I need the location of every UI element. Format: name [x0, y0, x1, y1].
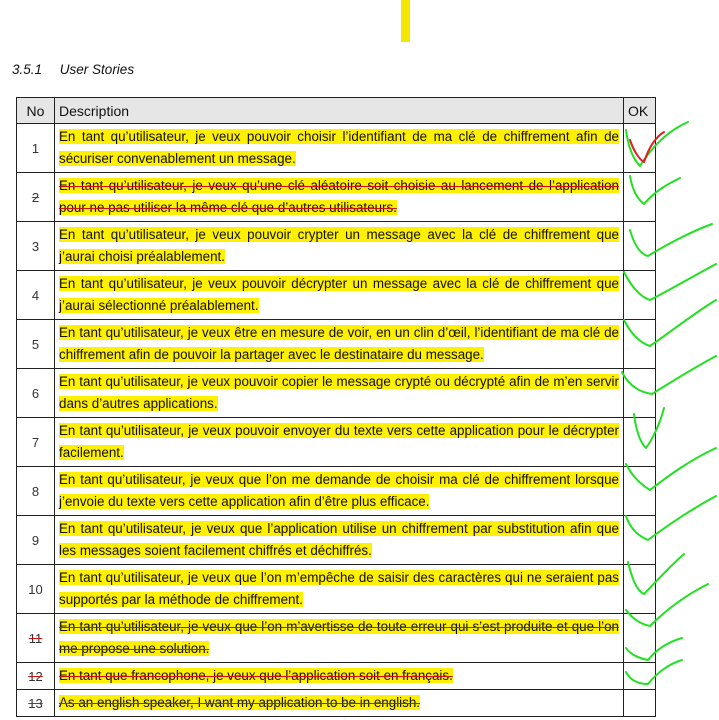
- row-description: En tant qu’utilisateur, je veux pouvoir …: [54, 270, 624, 320]
- row-description: En tant qu’utilisateur, je veux que l’ap…: [54, 515, 624, 565]
- row-number-text: 12: [28, 668, 43, 684]
- highlighted-text: As an english speaker, I want my applica…: [59, 695, 421, 710]
- row-number-text: 13: [28, 695, 43, 711]
- highlighted-text: En tant qu’utilisateur, je veux être en …: [59, 325, 619, 362]
- table-row: 12 En tant que francophone, je veux que l…: [16, 662, 656, 690]
- table-row: 7 En tant qu’utilisateur, je veux pouvoir…: [16, 417, 656, 467]
- row-description: En tant qu’utilisateur, je veux pouvoir …: [54, 368, 624, 418]
- highlighter-mark: [401, 0, 410, 42]
- row-ok-cell: [623, 466, 656, 516]
- row-number-text: 6: [31, 385, 40, 401]
- row-number-text: 2: [31, 189, 40, 205]
- row-description: En tant qu’utilisateur, je veux que l’on…: [54, 466, 624, 516]
- highlighted-text: En tant qu’utilisateur, je veux pouvoir …: [59, 129, 619, 166]
- highlighted-text: En tant que francophone, je veux que l’a…: [59, 668, 453, 683]
- table-row: 9 En tant qu’utilisateur, je veux que l’a…: [16, 515, 656, 565]
- row-number: 4: [16, 270, 55, 320]
- row-number-text: 9: [31, 532, 40, 548]
- table-row: 5 En tant qu’utilisateur, je veux être en…: [16, 319, 656, 369]
- row-number: 10: [16, 564, 55, 614]
- row-number-text: 4: [31, 287, 40, 303]
- highlighted-text: En tant qu’utilisateur, je veux que l’ap…: [59, 521, 619, 558]
- highlighted-text: En tant qu’utilisateur, je veux que l’on…: [59, 619, 619, 656]
- row-ok-cell: [623, 662, 656, 690]
- row-ok-cell: [623, 515, 656, 565]
- row-number-text: 3: [31, 238, 40, 254]
- section-heading: 3.5.1 User Stories: [12, 62, 134, 77]
- table-row: 10 En tant qu’utilisateur, je veux que l’…: [16, 564, 656, 614]
- section-number: 3.5.1: [12, 62, 43, 77]
- row-ok-cell: [623, 564, 656, 614]
- highlighted-text: En tant qu’utilisateur, je veux que l’on…: [59, 472, 619, 509]
- row-ok-cell: [623, 368, 656, 418]
- row-number: 2: [16, 172, 55, 222]
- row-description: As an english speaker, I want my applica…: [54, 689, 624, 717]
- table-row: 11 En tant qu’utilisateur, je veux que l’…: [16, 613, 656, 663]
- row-description: En tant qu’utilisateur, je veux qu’une c…: [54, 172, 624, 222]
- row-ok-cell: [623, 270, 656, 320]
- highlighted-text: En tant qu’utilisateur, je veux que l’on…: [59, 570, 619, 607]
- highlighted-text: En tant qu’utilisateur, je veux pouvoir …: [59, 276, 619, 313]
- row-ok-cell: [623, 123, 656, 173]
- row-ok-cell: [623, 689, 656, 717]
- row-number: 12: [16, 662, 55, 690]
- row-description: En tant que francophone, je veux que l’a…: [54, 662, 624, 690]
- table-row: 8 En tant qu’utilisateur, je veux que l’o…: [16, 466, 656, 516]
- table-row: 3 En tant qu’utilisateur, je veux pouvoir…: [16, 221, 656, 271]
- row-description: En tant qu’utilisateur, je veux pouvoir …: [54, 123, 624, 173]
- row-number-text: 8: [31, 483, 40, 499]
- row-number-text: 11: [28, 630, 43, 646]
- row-number-text: 1: [31, 140, 40, 156]
- row-number: 11: [16, 613, 55, 663]
- section-title: User Stories: [59, 62, 135, 77]
- row-number: 5: [16, 319, 55, 369]
- row-ok-cell: [623, 417, 656, 467]
- header-description: Description: [54, 97, 624, 124]
- row-number-text: 5: [31, 336, 40, 352]
- row-ok-cell: [623, 172, 656, 222]
- row-ok-cell: [623, 319, 656, 369]
- row-description: En tant qu’utilisateur, je veux que l’on…: [54, 613, 624, 663]
- row-number: 13: [16, 689, 55, 717]
- table-row: 13 As an english speaker, I want my appli…: [16, 689, 656, 717]
- header-no: No: [16, 97, 55, 124]
- row-description: En tant qu’utilisateur, je veux être en …: [54, 319, 624, 369]
- table-row: 2 En tant qu’utilisateur, je veux qu’une …: [16, 172, 656, 222]
- table-header-row: No Description OK: [16, 97, 656, 124]
- highlighted-text: En tant qu’utilisateur, je veux qu’une c…: [59, 178, 619, 215]
- highlighted-text: En tant qu’utilisateur, je veux pouvoir …: [59, 423, 619, 460]
- row-description: En tant qu’utilisateur, je veux pouvoir …: [54, 417, 624, 467]
- highlighted-text: En tant qu’utilisateur, je veux pouvoir …: [59, 227, 619, 264]
- table-row: 4 En tant qu’utilisateur, je veux pouvoir…: [16, 270, 656, 320]
- row-number: 9: [16, 515, 55, 565]
- row-number: 3: [16, 221, 55, 271]
- table-row: 6 En tant qu’utilisateur, je veux pouvoir…: [16, 368, 656, 418]
- row-number: 8: [16, 466, 55, 516]
- row-number-text: 7: [31, 434, 40, 450]
- header-ok: OK: [623, 97, 656, 124]
- row-ok-cell: [623, 221, 656, 271]
- row-description: En tant qu’utilisateur, je veux pouvoir …: [54, 221, 624, 271]
- user-stories-table: No Description OK 1 En tant qu’utilisateu…: [16, 97, 656, 717]
- row-ok-cell: [623, 613, 656, 663]
- highlighted-text: En tant qu’utilisateur, je veux pouvoir …: [59, 374, 619, 411]
- row-description: En tant qu’utilisateur, je veux que l’on…: [54, 564, 624, 614]
- row-number-text: 10: [28, 581, 43, 597]
- row-number: 6: [16, 368, 55, 418]
- row-number: 1: [16, 123, 55, 173]
- table-row: 1 En tant qu’utilisateur, je veux pouvoir…: [16, 123, 656, 173]
- row-number: 7: [16, 417, 55, 467]
